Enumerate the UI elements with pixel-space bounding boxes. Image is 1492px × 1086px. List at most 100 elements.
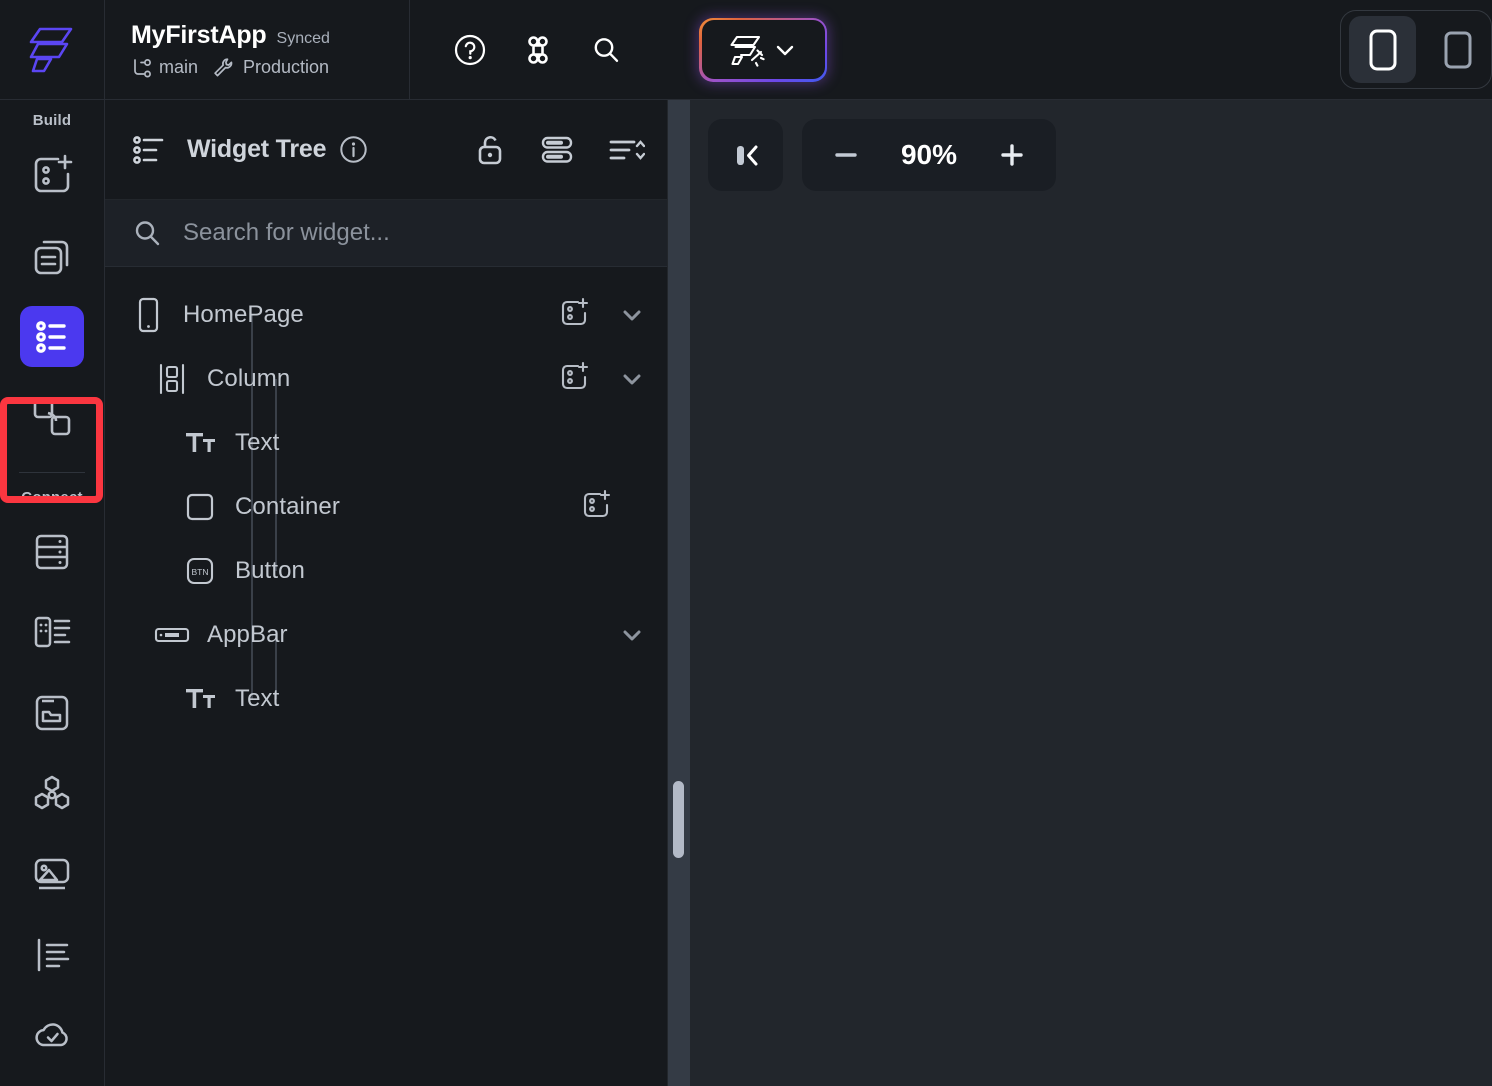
- widget-tree-icon: [133, 135, 164, 164]
- sort-tree-button[interactable]: [607, 134, 645, 166]
- folder-storage-icon: [35, 695, 69, 731]
- add-child-widget-button[interactable]: [557, 360, 591, 399]
- design-canvas[interactable]: 90% Page Title Hello World: [690, 100, 1492, 1086]
- tree-row-label: HomePage: [183, 301, 304, 328]
- top-bar: MyFirstApp Synced main Production: [0, 0, 1492, 100]
- environment-name: Production: [243, 57, 330, 77]
- lock-tree-button[interactable]: [475, 133, 507, 167]
- canvas-toolbar: 90%: [708, 119, 1056, 191]
- ai-magic-wand-icon: [730, 35, 765, 67]
- collapse-panel-icon: [736, 145, 757, 166]
- widget-tree-icon: [36, 320, 66, 353]
- panel-title: Widget Tree: [187, 135, 327, 163]
- panel-resize-divider[interactable]: [668, 100, 690, 1086]
- command-key-icon: [528, 35, 548, 64]
- main-body: Build Connect Widget Tree Search for wid…: [0, 100, 1492, 1086]
- expand-collapse-button[interactable]: [621, 308, 643, 322]
- widget-search-placeholder: Search for widget...: [183, 219, 390, 246]
- sidebar-item-database[interactable]: [20, 522, 84, 583]
- text-icon: [179, 428, 221, 458]
- sidebar-item-deploy[interactable]: [20, 1005, 84, 1066]
- tree-row-label: Button: [235, 557, 305, 584]
- tree-row-label: AppBar: [207, 621, 288, 648]
- sidebar-item-media-assets[interactable]: [20, 844, 84, 905]
- widget-tree-list: HomePage Column Text Container BTN Butto…: [105, 267, 667, 1086]
- device-tablet-button[interactable]: [1424, 16, 1491, 83]
- app-title-block[interactable]: MyFirstApp Synced main Production: [105, 0, 410, 99]
- phone-page-icon: [127, 297, 169, 333]
- tree-row[interactable]: Container: [105, 475, 667, 539]
- top-bar-actions: [410, 0, 827, 99]
- sidebar-item-widget-tree[interactable]: [20, 306, 84, 367]
- add-widget-icon: [561, 297, 589, 325]
- help-circle-icon: [454, 34, 486, 65]
- add-widget-icon: [561, 361, 589, 389]
- tree-row[interactable]: AppBar: [105, 603, 667, 667]
- tree-row-label: Column: [207, 365, 291, 392]
- sidebar-item-storage[interactable]: [20, 683, 84, 744]
- tree-row[interactable]: BTN Button: [105, 539, 667, 603]
- ai-assistant-button[interactable]: [699, 17, 827, 82]
- tablet-device-icon: [1444, 31, 1471, 68]
- wrench-icon: [214, 58, 233, 77]
- cloud-check-icon: [35, 1022, 68, 1046]
- widget-palette-icon: [33, 398, 71, 436]
- search-icon: [135, 221, 160, 246]
- tree-row-label: Container: [235, 493, 340, 520]
- button-icon: BTN: [179, 555, 221, 587]
- flutterflow-app-window: MyFirstApp Synced main Production Build …: [0, 0, 1492, 1086]
- rail-section-build-label: Build: [32, 112, 72, 129]
- zoom-level-value: 90%: [900, 139, 958, 170]
- widget-tree-panel: Widget Tree Search for widget... HomePag…: [105, 100, 668, 1086]
- zoom-in-button[interactable]: [994, 137, 1030, 173]
- sidebar-item-components[interactable]: [20, 226, 84, 287]
- collapse-panel-button[interactable]: [708, 119, 783, 191]
- tree-row[interactable]: Text: [105, 667, 667, 731]
- sidebar-item-app-state[interactable]: [20, 602, 84, 663]
- appbar-icon: [151, 623, 193, 647]
- expand-collapse-button[interactable]: [621, 628, 643, 642]
- phone-device-icon: [1369, 29, 1396, 70]
- text-icon: [179, 684, 221, 714]
- widget-search-input[interactable]: Search for widget...: [105, 200, 667, 267]
- command-palette-button[interactable]: [521, 33, 555, 67]
- app-title: MyFirstApp: [131, 20, 267, 49]
- tree-row-label: Text: [235, 685, 280, 712]
- panel-info-button[interactable]: [339, 135, 368, 164]
- rail-section-connect-label: Connect: [21, 488, 83, 506]
- rail-divider: [19, 471, 85, 473]
- svg-text:BTN: BTN: [192, 567, 209, 577]
- chevron-down-icon: [623, 374, 641, 385]
- device-phone-button[interactable]: [1349, 16, 1416, 83]
- chevron-down-icon: [776, 45, 794, 55]
- column-icon: [151, 362, 193, 396]
- help-button[interactable]: [453, 33, 487, 67]
- components-icon: [34, 240, 69, 275]
- expand-collapse-button[interactable]: [621, 372, 643, 386]
- add-widget-icon: [583, 489, 611, 517]
- search-icon: [594, 37, 619, 62]
- tree-row[interactable]: Column: [105, 347, 667, 411]
- image-assets-icon: [34, 859, 70, 890]
- widget-tree-panel-header: Widget Tree: [105, 100, 667, 200]
- stacked-rows-button[interactable]: [539, 134, 575, 166]
- tree-row[interactable]: HomePage: [105, 283, 667, 347]
- info-circle-icon: [340, 136, 367, 163]
- stacked-rows-icon: [541, 136, 573, 163]
- panel-scrollbar-thumb[interactable]: [673, 781, 684, 858]
- zoom-out-button[interactable]: [828, 137, 864, 173]
- sidebar-item-widget-palette[interactable]: [20, 387, 84, 448]
- sidebar-item-integrations[interactable]: [20, 763, 84, 824]
- tree-row[interactable]: Text: [105, 411, 667, 475]
- sidebar-item-logs[interactable]: [20, 925, 84, 986]
- add-child-widget-button[interactable]: [557, 296, 591, 335]
- branch-icon: [134, 58, 151, 77]
- add-page-icon: [34, 155, 73, 193]
- logs-icon: [37, 938, 70, 972]
- sidebar-item-page-selector[interactable]: [20, 145, 84, 206]
- add-child-widget-button[interactable]: [579, 488, 613, 527]
- app-logo[interactable]: [0, 0, 105, 99]
- container-icon: [179, 491, 221, 523]
- branch-name: main: [159, 57, 199, 77]
- global-search-button[interactable]: [589, 33, 623, 67]
